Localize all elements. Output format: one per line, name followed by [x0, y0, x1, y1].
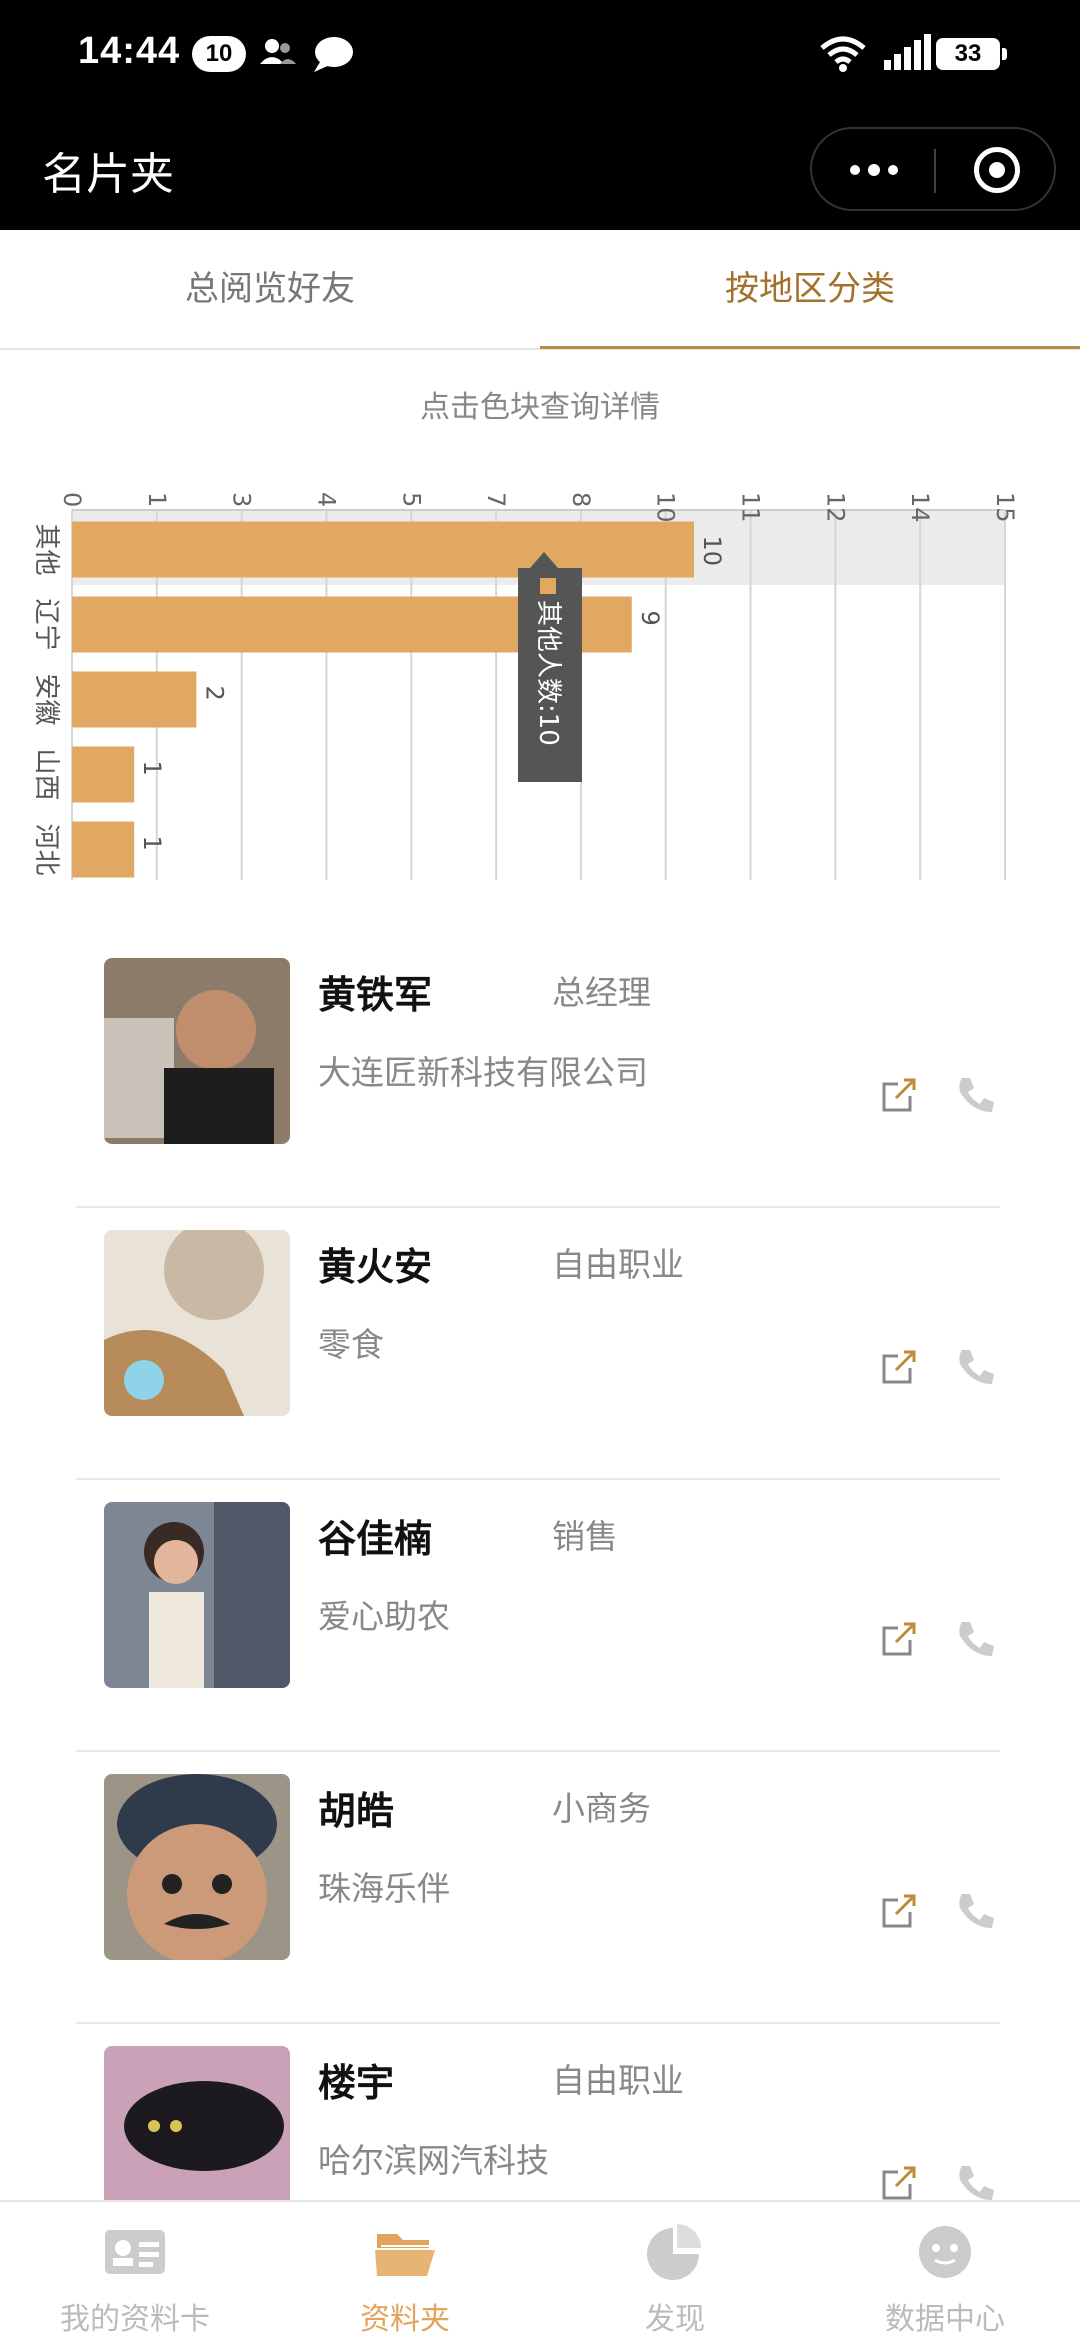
contact-title: 自由职业 [552, 2061, 684, 2100]
contact-title: 小商务 [552, 1789, 651, 1828]
chart-tick-label: 15 [991, 492, 1019, 523]
contact-title: 销售 [552, 1517, 618, 1556]
battery-indicator: 33 [936, 38, 1007, 70]
chart-tick-label: 3 [228, 492, 256, 507]
chart-bar [72, 521, 694, 578]
contacts-icon [260, 39, 296, 64]
phone-icon[interactable] [954, 2162, 996, 2204]
contact-title: 总经理 [552, 973, 651, 1012]
contact-card[interactable]: 胡皓 小商务 珠海乐伴 [76, 1750, 1000, 2024]
contact-name: 谷佳楠 [318, 1517, 433, 1561]
avatar[interactable] [104, 1774, 290, 1960]
chart-category-label: 其他 [31, 524, 61, 576]
chart-value-label: 2 [200, 686, 228, 701]
share-icon[interactable] [880, 2162, 920, 2202]
chart-value-label: 10 [698, 536, 726, 567]
chart-bar [72, 821, 135, 878]
chart-tick-label: 5 [397, 492, 425, 507]
phone-icon[interactable] [954, 1890, 996, 1932]
chart-value-label: 1 [138, 836, 166, 851]
chart-tooltip-swatch [540, 578, 556, 594]
folder-icon [375, 2234, 435, 2276]
tab-total-viewers[interactable]: 总阅览好友 [0, 230, 540, 348]
tabbar-label: 我的资料卡 [60, 2302, 210, 2337]
contact-card[interactable]: 黄火安 自由职业 零食 [76, 1206, 1000, 1480]
tab-bar-top: 总阅览好友 按地区分类 [0, 230, 1080, 350]
contact-company: 珠海乐伴 [318, 1869, 450, 1908]
chart-category-label: 山西 [31, 749, 61, 801]
contact-name: 楼宇 [318, 2061, 395, 2105]
chart-tooltip-text: 其他人数:10 [533, 600, 563, 746]
chart-tick-label: 1 [143, 492, 171, 507]
pie-chart-icon [647, 2224, 701, 2280]
chart-value-label: 1 [138, 761, 166, 776]
chart-tick-label: 4 [312, 492, 340, 507]
notification-badge: 10 [192, 36, 246, 72]
chart-value-label: 9 [636, 611, 664, 626]
phone-icon[interactable] [954, 1346, 996, 1388]
chart-tick-label: 14 [906, 492, 934, 523]
contact-name: 黄铁军 [318, 973, 433, 1017]
tabbar-item-my-card[interactable]: 我的资料卡 [0, 2202, 270, 2342]
mini-program-capsule [810, 127, 1056, 211]
status-time: 14:44 [78, 30, 181, 72]
tabbar-label: 资料夹 [360, 2302, 450, 2337]
share-icon[interactable] [880, 1618, 920, 1658]
chart-category-labels: 其他辽宁安徽山西河北 [31, 524, 61, 876]
capsule-divider [934, 149, 936, 193]
chart-bars [72, 521, 694, 878]
tabbar-label: 数据中心 [885, 2302, 1005, 2337]
contact-company: 哈尔滨网汽科技 [318, 2141, 549, 2180]
contact-company: 大连匠新科技有限公司 [318, 1053, 648, 1092]
chart-bar [72, 746, 135, 803]
chart-category-label: 辽宁 [31, 599, 61, 651]
avatar[interactable] [104, 958, 290, 1144]
tab-by-region[interactable]: 按地区分类 [540, 230, 1080, 349]
close-target-icon[interactable] [974, 147, 1020, 193]
tabbar-item-discover[interactable]: 发现 [540, 2202, 810, 2342]
chart-tick-label: 12 [821, 492, 849, 523]
avatar[interactable] [104, 1502, 290, 1688]
contact-company: 零食 [318, 1325, 384, 1364]
share-icon[interactable] [880, 1346, 920, 1386]
chart-hint: 点击色块查询详情 [420, 390, 660, 425]
bottom-tab-bar: 我的资料卡 资料夹 发现 数据中心 [0, 2200, 1080, 2342]
chart-tick-label: 10 [652, 492, 680, 523]
phone-icon[interactable] [954, 1618, 996, 1660]
chart-category-label: 河北 [31, 824, 61, 876]
contact-title: 自由职业 [552, 1245, 684, 1284]
phone-icon[interactable] [954, 1074, 996, 1116]
chart-tick-label: 8 [567, 492, 595, 507]
region-bar-chart: 0 1 3 4 5 7 8 10 11 12 14 15 其他辽宁安徽山西河北 109211 其他人数… [31, 492, 1019, 880]
contact-company: 爱心助农 [318, 1597, 450, 1636]
chart-bar [72, 671, 197, 728]
share-icon[interactable] [880, 1890, 920, 1930]
contact-card[interactable]: 黄铁军 总经理 大连匠新科技有限公司 [76, 934, 1000, 1208]
title-bar: 名片夹 [0, 110, 1080, 230]
contact-name: 黄火安 [318, 1245, 433, 1289]
contact-name: 胡皓 [318, 1789, 395, 1833]
smiley-icon [919, 2226, 971, 2278]
chart-tick-label: 0 [58, 492, 86, 507]
card-icon [105, 2230, 165, 2274]
signal-icon [884, 34, 931, 70]
more-icon[interactable] [850, 159, 900, 179]
tabbar-item-folder[interactable]: 资料夹 [270, 2202, 540, 2342]
chart-category-label: 安徽 [31, 674, 61, 726]
chart-tick-label: 7 [482, 492, 510, 507]
status-bar: 14:44 10 33 [0, 0, 1080, 110]
avatar[interactable] [104, 1230, 290, 1416]
chart-tooltip: 其他人数:10 [518, 552, 582, 782]
contact-card[interactable]: 谷佳楠 销售 爱心助农 [76, 1478, 1000, 1752]
share-icon[interactable] [880, 1074, 920, 1114]
page-title: 名片夹 [42, 149, 174, 200]
chat-bubble-icon [314, 37, 353, 72]
tabbar-label: 发现 [645, 2302, 705, 2337]
wifi-icon [820, 36, 866, 72]
tabbar-item-data-center[interactable]: 数据中心 [810, 2202, 1080, 2342]
chart-tick-label: 11 [737, 492, 765, 523]
